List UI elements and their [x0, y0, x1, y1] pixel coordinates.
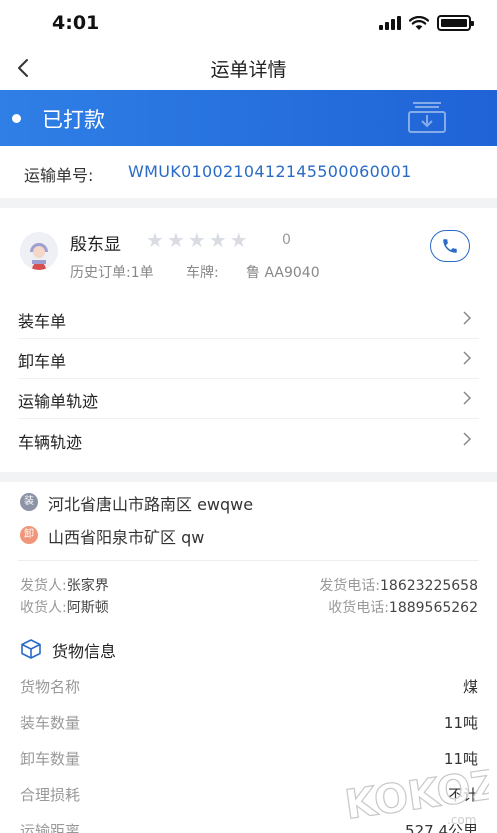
receiver-phone-label: 收货电话:: [328, 600, 389, 616]
watermark-logo: KOKOZ .com: [342, 761, 489, 828]
menu-item-waybill-track[interactable]: 运输单轨迹: [0, 379, 497, 419]
status-icons: [379, 15, 474, 31]
waybill-number: WMUK0100210412145500060001: [128, 162, 412, 181]
section-gap: [0, 472, 497, 482]
page-title: 运单详情: [210, 59, 287, 81]
menu-item-label: 卸车单: [18, 352, 67, 371]
menu-item-label: 运输单轨迹: [18, 392, 99, 411]
goods-key: 装车数量: [20, 714, 81, 732]
goods-row-loaded-qty: 装车数量 11吨: [0, 704, 497, 740]
goods-key: 合理损耗: [20, 786, 81, 804]
goods-value: 11吨: [443, 714, 478, 732]
goods-key: 货物名称: [20, 678, 81, 696]
shipper-label: 发货人:: [20, 578, 67, 594]
nav-bar: 运单详情: [0, 46, 497, 90]
avatar: [20, 232, 58, 270]
menu-item-loading-slip[interactable]: 装车单: [0, 299, 497, 339]
plate-label: 车牌:: [186, 265, 219, 281]
unloading-badge: 卸: [20, 526, 38, 544]
goods-value: 煤: [462, 678, 478, 696]
star-icon: ★: [187, 228, 206, 252]
plate-number: 鲁 AA9040: [246, 265, 320, 281]
chevron-right-icon: [463, 311, 471, 325]
receiver-phone: 1889565262: [388, 600, 478, 616]
status-banner: 已打款: [0, 90, 497, 146]
chevron-right-icon: [463, 351, 471, 365]
loading-address: 装 河北省唐山市路南区 ewqwe: [0, 487, 497, 517]
status-time: 4:01: [52, 12, 100, 34]
row-divider: [18, 418, 479, 419]
driver-card: 殷东显 ★ ★ ★ ★ ★ 0 历史订单:1单 车牌: 鲁 AA9040: [0, 208, 497, 298]
svg-text:.com: .com: [447, 813, 476, 827]
shipper-row: 发货人:张家界 发货电话:18623225658: [0, 575, 497, 595]
phone-icon: [443, 239, 457, 253]
wifi-icon: [409, 15, 429, 30]
chevron-right-icon: [463, 391, 471, 405]
call-button[interactable]: [430, 230, 470, 262]
menu-item-vehicle-track[interactable]: 车辆轨迹: [0, 420, 497, 460]
star-icon: ★: [146, 228, 164, 252]
receiver-label: 收货人:: [20, 600, 67, 616]
menu-item-label: 车辆轨迹: [18, 433, 83, 452]
loading-badge: 装: [20, 493, 38, 511]
goods-key: 卸车数量: [20, 750, 81, 768]
unloading-address: 卸 山西省阳泉市矿区 qw: [0, 520, 497, 550]
shipper-phone: 18623225658: [380, 578, 478, 594]
payment-status: 已打款: [42, 108, 105, 132]
status-dot: [12, 114, 21, 123]
rating-value: 0: [282, 232, 291, 248]
menu-item-unloading-slip[interactable]: 卸车单: [0, 339, 497, 379]
chevron-right-icon: [463, 432, 471, 446]
driver-avatar-icon: [20, 232, 58, 270]
cellular-signal-icon: [379, 16, 401, 30]
loading-address-text: 河北省唐山市路南区 ewqwe: [48, 495, 254, 514]
box-icon: [21, 639, 41, 659]
section-gap: [0, 198, 497, 208]
goods-key: 运输距离: [20, 822, 81, 833]
driver-name: 殷东显: [70, 235, 121, 255]
menu-item-label: 装车单: [18, 312, 67, 331]
status-bar: 4:01: [0, 0, 497, 46]
star-icon: ★: [229, 228, 248, 252]
battery-icon: [437, 15, 474, 31]
download-tray-icon: [408, 102, 446, 133]
divider: [18, 560, 479, 561]
star-icon: ★: [166, 228, 185, 252]
shipper-name: 张家界: [66, 578, 109, 594]
unloading-address-text: 山西省阳泉市矿区 qw: [48, 528, 205, 547]
order-history: 历史订单:1单: [70, 265, 154, 281]
goods-info-header: 货物信息: [0, 634, 497, 664]
waybill-label: 运输单号:: [24, 166, 94, 185]
shipper-phone-label: 发货电话:: [319, 578, 381, 594]
receiver-row: 收货人:阿斯顿 收货电话:1889565262: [0, 597, 497, 617]
waybill-number-row: 运输单号: WMUK0100210412145500060001: [0, 146, 497, 198]
star-icon: ★: [208, 228, 227, 252]
receiver-name: 阿斯顿: [66, 600, 109, 616]
rating-stars: ★ ★ ★ ★ ★: [146, 230, 248, 250]
goods-row-name: 货物名称 煤: [0, 668, 497, 704]
goods-info-title: 货物信息: [52, 642, 117, 661]
